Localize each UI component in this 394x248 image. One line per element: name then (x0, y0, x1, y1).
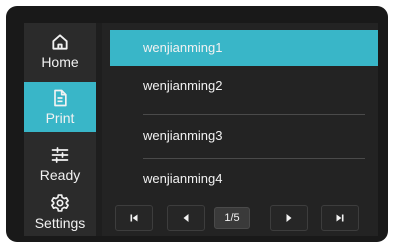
file-name: wenjianming1 (143, 40, 223, 55)
sliders-icon (51, 147, 69, 163)
sidebar-item-print[interactable]: Print (24, 82, 96, 132)
sidebar-item-settings[interactable]: Settings (24, 188, 96, 236)
screen: Home Print Ready Settings wenjianming1 w… (24, 23, 378, 236)
next-arrow-icon (286, 214, 292, 222)
skip-first-icon (130, 214, 138, 222)
home-icon (52, 34, 68, 50)
prev-page-button[interactable] (167, 205, 205, 231)
file-icon (54, 89, 67, 107)
page-indicator: 1/5 (214, 207, 250, 229)
skip-last-icon (336, 214, 344, 222)
prev-arrow-icon (183, 214, 189, 222)
file-list-item[interactable]: wenjianming3 (110, 118, 378, 154)
file-name: wenjianming4 (143, 171, 223, 186)
list-divider (143, 114, 365, 115)
sidebar: Home Print Ready Settings (24, 23, 96, 236)
sidebar-item-label: Print (45, 110, 75, 126)
file-list-item[interactable]: wenjianming2 (110, 68, 378, 104)
pagination-bar: 1/5 (110, 199, 378, 236)
file-list-panel: wenjianming1 wenjianming2 wenjianming3 w… (102, 23, 378, 236)
sidebar-item-label: Home (41, 54, 79, 70)
first-page-button[interactable] (115, 205, 153, 231)
gear-icon (51, 194, 69, 212)
last-page-button[interactable] (321, 205, 359, 231)
list-divider (143, 158, 365, 159)
file-name: wenjianming3 (143, 128, 223, 143)
device-bezel: Home Print Ready Settings wenjianming1 w… (6, 6, 388, 242)
sidebar-item-label: Ready (39, 167, 81, 183)
sidebar-item-ready[interactable]: Ready (24, 140, 96, 188)
file-list-item[interactable]: wenjianming4 (110, 161, 378, 197)
sidebar-item-home[interactable]: Home (24, 25, 96, 77)
file-name: wenjianming2 (143, 78, 223, 93)
next-page-button[interactable] (270, 205, 308, 231)
sidebar-item-label: Settings (34, 215, 86, 231)
file-list-item[interactable]: wenjianming1 (110, 30, 378, 66)
